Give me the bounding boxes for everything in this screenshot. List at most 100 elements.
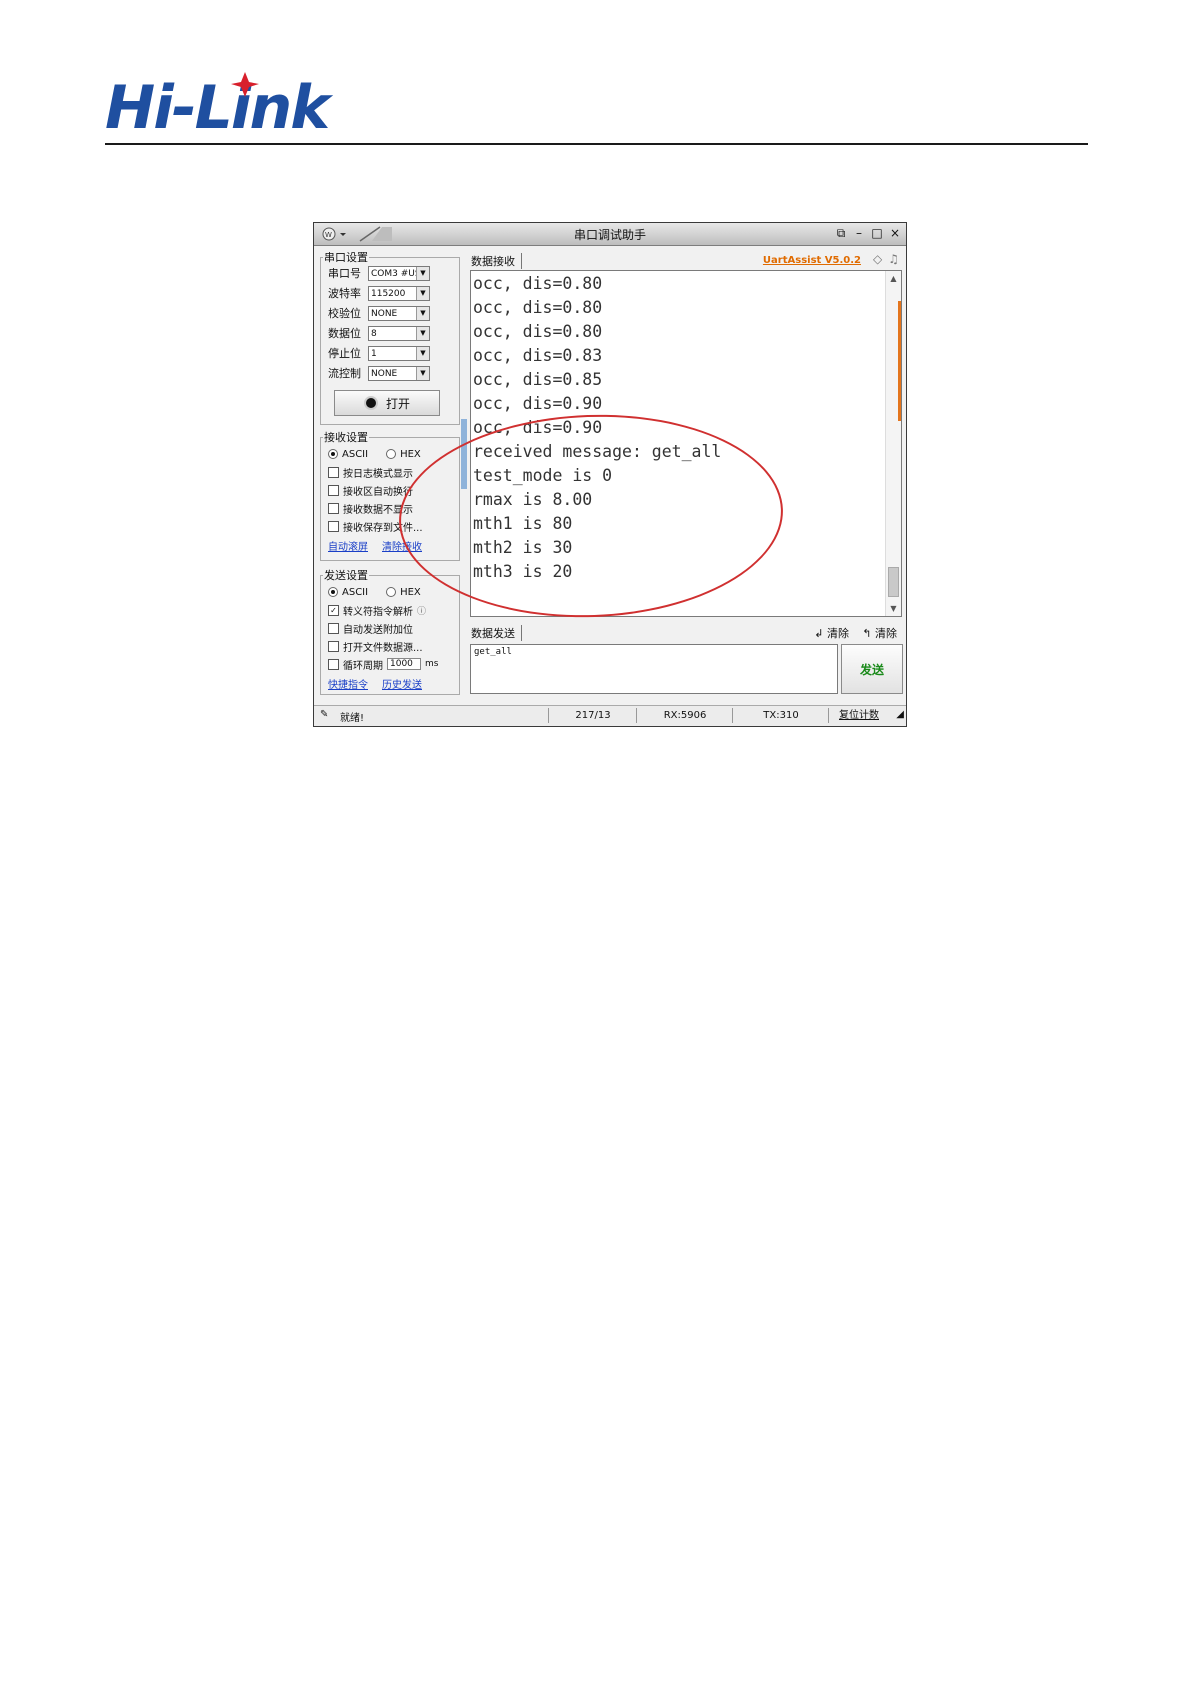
chevron-down-icon: ▼: [416, 326, 429, 340]
pane-splitter[interactable]: [461, 419, 467, 489]
rx-line: mth2 is 30: [473, 538, 573, 557]
rx-line: rmax is 8.00: [473, 490, 593, 509]
return-arrow-icon: ↲: [814, 627, 824, 640]
rx-option-hide[interactable]: 接收数据不显示: [328, 500, 413, 516]
rx-option-save[interactable]: 接收保存到文件...: [328, 518, 423, 534]
send-input[interactable]: get_all: [470, 644, 838, 694]
svg-text:Hi-Link: Hi-Link: [105, 73, 333, 142]
tx-option-file[interactable]: 打开文件数据源...: [328, 638, 423, 654]
flowcontrol-select[interactable]: NONE ▼: [368, 365, 430, 381]
history-send-link[interactable]: 历史发送: [382, 676, 422, 691]
databits-select[interactable]: 8 ▼: [368, 325, 430, 341]
hi-link-logo: Hi-Link: [105, 72, 335, 142]
quick-command-link[interactable]: 快捷指令: [328, 676, 368, 691]
rx-line: occ, dis=0.80: [473, 274, 603, 293]
status-rx-count: RX:5906: [636, 708, 733, 723]
rx-header: 数据接收 UartAssist V5.0.2 ◇ ♫: [471, 251, 901, 269]
send-button[interactable]: 发送: [841, 644, 903, 694]
window-title: 串口调试助手: [573, 228, 646, 242]
tab-data-send[interactable]: 数据发送: [471, 625, 522, 641]
title-bar: W 串口调试助手 ⧉ – □ ×: [314, 223, 906, 246]
rx-option-log[interactable]: 按日志模式显示: [328, 464, 413, 480]
rx-ascii-radio[interactable]: [328, 449, 338, 459]
receive-area[interactable]: occ, dis=0.80 occ, dis=0.80 occ, dis=0.8…: [470, 270, 902, 617]
scroll-down-icon[interactable]: ▼: [886, 604, 901, 613]
loop-period-input[interactable]: 1000: [387, 658, 421, 670]
checkbox[interactable]: [328, 484, 339, 496]
databits-row: 数据位 8 ▼: [328, 324, 430, 342]
chevron-down-icon: ▼: [416, 266, 429, 280]
reset-count-button[interactable]: 复位计数: [828, 708, 889, 723]
close-button[interactable]: ×: [888, 225, 902, 241]
up-arrow-icon: ↰: [862, 627, 872, 640]
pin-icon[interactable]: ⧉: [834, 225, 848, 241]
tx-option-append[interactable]: 自动发送附加位: [328, 620, 413, 636]
parity-row: 校验位 NONE ▼: [328, 304, 430, 322]
open-port-label: 打开: [385, 396, 410, 411]
clear-receive-link[interactable]: 清除接收: [382, 538, 422, 553]
chevron-down-icon: ▼: [416, 346, 429, 360]
chevron-down-icon: ▼: [416, 366, 429, 380]
flowcontrol-value: NONE: [371, 368, 398, 379]
checkbox[interactable]: [328, 658, 339, 670]
tx-hex-radio[interactable]: [386, 587, 397, 597]
header-rule: [105, 143, 1088, 145]
stopbits-value: 1: [371, 348, 377, 359]
checkbox[interactable]: [328, 622, 339, 634]
checkbox[interactable]: [328, 520, 339, 532]
checkbox[interactable]: [328, 466, 339, 478]
rx-encoding-row: ASCII HEX: [328, 446, 421, 462]
rx-line: occ, dis=0.80: [473, 322, 603, 341]
info-icon[interactable]: ⓘ: [417, 604, 426, 617]
clear-send-history-button[interactable]: ↲ 清除: [814, 625, 849, 641]
tx-option-file-label: 打开文件数据源...: [343, 642, 423, 654]
open-port-button[interactable]: 打开: [334, 390, 440, 416]
baud-label: 波特率: [328, 287, 361, 300]
rx-line: received message: get_all: [473, 442, 722, 461]
auto-scroll-link[interactable]: 自动滚屏: [328, 538, 368, 553]
tx-header: 数据发送 ↲ 清除 ↰ 清除: [471, 623, 901, 641]
status-ready: 就绪!: [340, 713, 365, 724]
parity-label: 校验位: [328, 307, 361, 320]
chevron-down-icon: ▼: [416, 286, 429, 300]
settings-pane: 串口设置 串口号 COM3 #USI ▼ 波特率 115200 ▼ 校验位 NONE…: [320, 249, 464, 695]
tx-settings-legend: 发送设置: [324, 569, 368, 582]
maximize-button[interactable]: □: [870, 225, 884, 241]
receive-scrollbar[interactable]: ▲ ▼: [885, 271, 901, 616]
parity-select[interactable]: NONE ▼: [368, 305, 430, 321]
scroll-up-icon[interactable]: ▲: [886, 274, 901, 283]
resize-grip-icon[interactable]: ◢: [896, 709, 904, 720]
rx-line: occ, dis=0.83: [473, 346, 603, 365]
bell-icon[interactable]: ♫: [888, 252, 899, 266]
tx-ascii-radio[interactable]: [328, 587, 338, 597]
tab-data-receive[interactable]: 数据接收: [471, 253, 522, 269]
rx-line: mth1 is 80: [473, 514, 573, 533]
baud-select[interactable]: 115200 ▼: [368, 285, 430, 301]
rx-line: occ, dis=0.80: [473, 298, 603, 317]
diamond-icon[interactable]: ◇: [873, 252, 882, 266]
rx-hex-radio[interactable]: [386, 449, 397, 459]
minimize-button[interactable]: –: [852, 225, 866, 241]
tx-option-escape[interactable]: ✓ 转义符指令解析 ⓘ: [328, 602, 426, 618]
port-select[interactable]: COM3 #USI ▼: [368, 265, 430, 281]
tx-option-loop[interactable]: 循环周期 1000 ms: [328, 656, 438, 672]
checkbox[interactable]: [328, 640, 339, 652]
clear-send-history-label: 清除: [827, 627, 849, 640]
rx-option-wrap[interactable]: 接收区自动换行: [328, 482, 413, 498]
checkbox[interactable]: [328, 502, 339, 514]
status-position: 217/13: [548, 708, 637, 723]
tx-option-append-label: 自动发送附加位: [343, 624, 413, 636]
parity-value: NONE: [371, 308, 398, 319]
tx-hex-label: HEX: [400, 586, 421, 598]
rx-line: occ, dis=0.90: [473, 394, 603, 413]
brand-link[interactable]: UartAssist V5.0.2: [763, 255, 861, 266]
flowcontrol-label: 流控制: [328, 367, 361, 380]
uart-assist-window: W 串口调试助手 ⧉ – □ × 串口设置 串口号 COM3 #USI ▼ 波特率…: [313, 222, 907, 727]
stopbits-select[interactable]: 1 ▼: [368, 345, 430, 361]
stopbits-row: 停止位 1 ▼: [328, 344, 430, 362]
rx-hex-label: HEX: [400, 448, 421, 460]
port-row: 串口号 COM3 #USI ▼: [328, 264, 430, 282]
scroll-thumb[interactable]: [888, 567, 899, 597]
checkbox[interactable]: ✓: [328, 604, 339, 616]
clear-send-button[interactable]: ↰ 清除: [862, 625, 897, 641]
